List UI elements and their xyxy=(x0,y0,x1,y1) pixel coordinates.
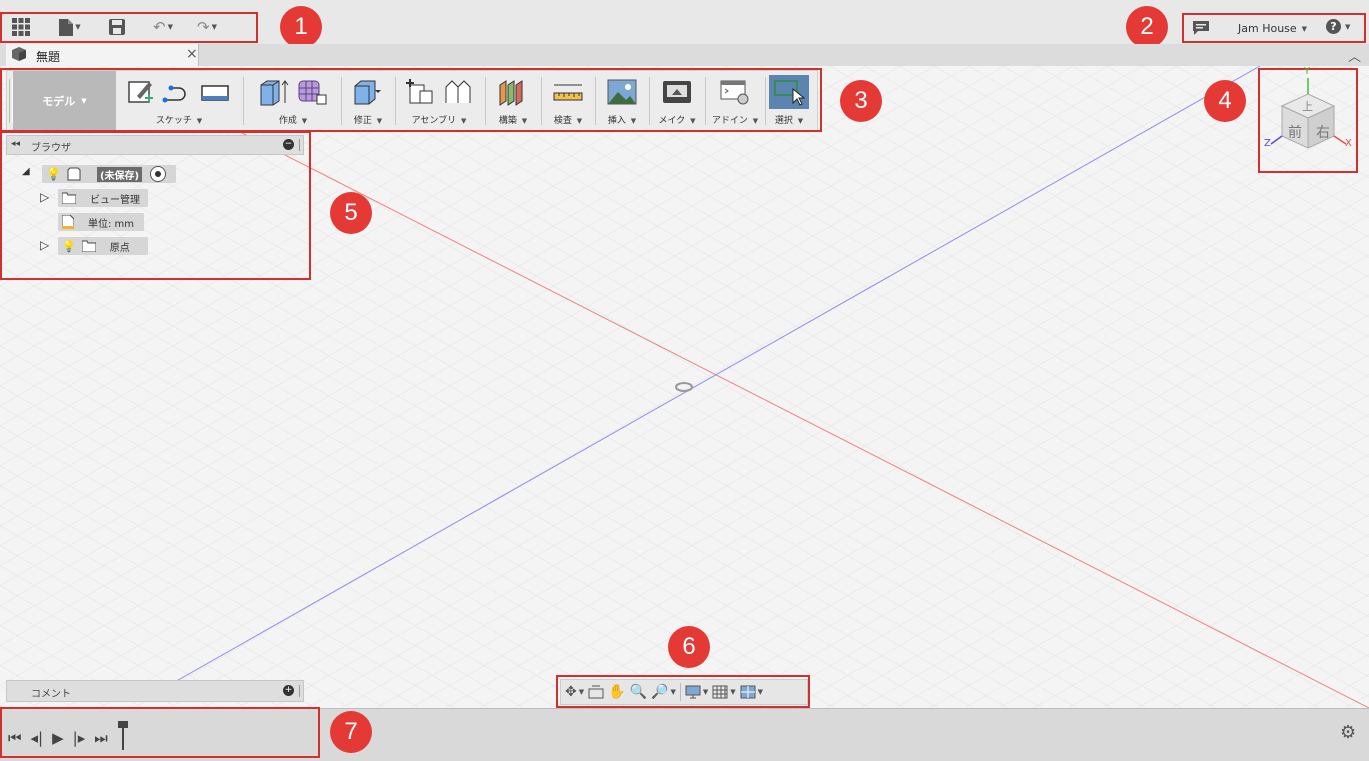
timeline-settings-gear-icon[interactable]: ⚙ xyxy=(1340,722,1356,743)
fit-icon[interactable]: 🔎 ▼ xyxy=(651,684,676,700)
callout-4: 4 xyxy=(1204,80,1246,122)
grid-settings-icon[interactable]: ▼ xyxy=(712,685,736,699)
y-axis-label: Y xyxy=(1304,66,1311,77)
viewcube-top-face[interactable]: 上 xyxy=(1302,98,1313,114)
viewcube[interactable]: Y X Z 上 前 右 xyxy=(1262,66,1354,170)
viewports-icon[interactable]: ▼ xyxy=(740,685,763,699)
panel-grip[interactable] xyxy=(299,685,302,697)
z-axis-label: Z xyxy=(1264,138,1271,149)
collapse-toolbar-icon[interactable]: ︿ xyxy=(1348,46,1361,65)
user-name: Jam House xyxy=(1238,22,1297,35)
pan-hand-icon[interactable]: ✋ xyxy=(608,684,625,700)
add-comment-icon[interactable]: + xyxy=(283,685,294,696)
callout-6: 6 xyxy=(668,626,710,668)
comments-title: コメント xyxy=(31,689,71,700)
help-button[interactable]: ? ▼ xyxy=(1326,19,1350,34)
display-settings-icon[interactable]: ▼ xyxy=(685,685,708,699)
callout-5: 5 xyxy=(330,192,372,234)
navigation-bar: ✥ ▼ ✋ 🔍 🔎 ▼ ▼ ▼ ▼ xyxy=(560,679,808,705)
chevron-down-icon: ▼ xyxy=(1345,22,1351,31)
document-tab[interactable]: 無題 × xyxy=(6,44,199,66)
callout-7: 7 xyxy=(330,711,372,753)
viewcube-right-face[interactable]: 右 xyxy=(1316,122,1330,142)
close-icon[interactable]: × xyxy=(186,46,198,62)
x-axis-label: X xyxy=(1345,138,1352,149)
viewcube-front-face[interactable]: 前 xyxy=(1288,122,1302,142)
orbit-icon[interactable]: ✥ ▼ xyxy=(565,684,584,700)
notifications-button[interactable] xyxy=(1190,18,1212,38)
callout-box-toolbar xyxy=(0,68,822,132)
z-axis-indicator xyxy=(1270,135,1283,145)
navbar-separator xyxy=(679,683,681,701)
help-icon: ? xyxy=(1326,19,1341,34)
document-title: 無題 xyxy=(36,50,61,64)
comments-panel-header[interactable]: コメント + xyxy=(6,680,304,702)
zoom-icon[interactable]: 🔍 xyxy=(630,684,647,700)
callout-box-quick-access xyxy=(0,12,258,43)
comment-icon xyxy=(1193,21,1209,35)
document-tab-bar xyxy=(0,44,1369,67)
callout-box-browser xyxy=(0,131,311,280)
callout-2: 2 xyxy=(1126,6,1168,48)
callout-1: 1 xyxy=(280,6,322,48)
callout-box-timeline xyxy=(0,707,320,758)
document-icon xyxy=(12,47,26,64)
user-menu[interactable]: Jam House ▼ xyxy=(1238,22,1307,35)
look-at-icon[interactable] xyxy=(588,685,604,699)
chevron-down-icon: ▼ xyxy=(1301,24,1308,33)
callout-3: 3 xyxy=(840,80,882,122)
